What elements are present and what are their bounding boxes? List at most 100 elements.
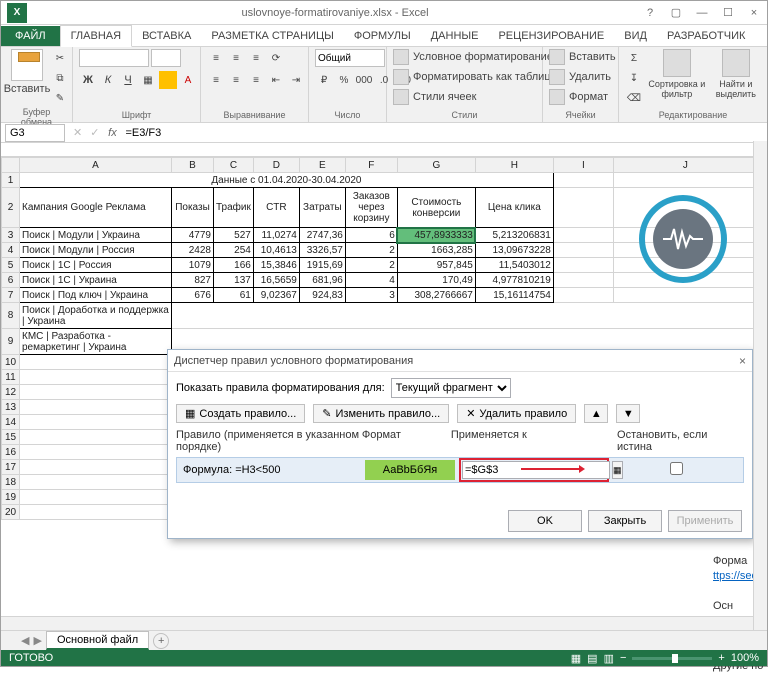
font-name-select[interactable] [79,49,149,67]
currency-icon[interactable]: ₽ [315,71,333,89]
fill-color-button[interactable] [159,71,177,89]
tab-review[interactable]: РЕЦЕНЗИРОВАНИЕ [488,26,614,46]
row-header[interactable]: 2 [2,188,20,228]
close-button[interactable]: Закрыть [588,510,662,532]
row-header[interactable]: 20 [2,505,20,520]
tab-file[interactable]: ФАЙЛ [1,26,60,46]
col-header-b[interactable]: B [172,158,214,173]
close-icon[interactable]: × [741,3,767,23]
accept-formula-icon[interactable]: ✓ [86,126,103,139]
cell[interactable]: 254 [214,243,254,258]
view-page-icon[interactable]: ▤ [587,652,597,665]
autosum-icon[interactable]: Σ [625,49,643,67]
formula-input[interactable] [121,124,767,142]
col-header-i[interactable]: I [553,158,613,173]
cell[interactable]: 308,2766667 [397,288,475,303]
col-header-f[interactable]: F [345,158,397,173]
cell[interactable]: Заказов через корзину [345,188,397,228]
edit-rule-button[interactable]: ✎Изменить правило... [313,404,449,423]
cell[interactable]: Данные с 01.04.2020-30.04.2020 [20,173,554,188]
cell[interactable]: CTR [253,188,299,228]
cancel-formula-icon[interactable]: ✕ [69,126,86,139]
row-header[interactable]: 11 [2,370,20,385]
tab-view[interactable]: ВИД [614,26,657,46]
comma-icon[interactable]: 000 [355,71,373,89]
cell[interactable]: 15,16114754 [475,288,553,303]
row-header[interactable]: 14 [2,415,20,430]
cell-styles-button[interactable]: Стили ячеек [393,89,476,105]
col-header-d[interactable]: D [253,158,299,173]
row-header[interactable]: 16 [2,445,20,460]
cell[interactable]: 1663,285 [397,243,475,258]
cell[interactable]: 2 [345,243,397,258]
cell[interactable]: 957,845 [397,258,475,273]
zoom-level[interactable]: 100% [731,652,759,664]
minimize-icon[interactable]: — [689,3,715,23]
cell[interactable]: 16,5659 [253,273,299,288]
fx-icon[interactable]: fx [103,127,121,139]
applies-to-input[interactable] [462,461,610,479]
tab-insert[interactable]: ВСТАВКА [132,26,201,46]
row-header[interactable]: 5 [2,258,20,273]
cond-format-button[interactable]: Условное форматирование [393,49,553,65]
col-header-g[interactable]: G [397,158,475,173]
cell[interactable]: 137 [214,273,254,288]
cell[interactable]: Показы [172,188,214,228]
cell[interactable]: 1915,69 [299,258,345,273]
cell[interactable]: Поиск | Модули | Украина [20,228,172,243]
col-header-e[interactable]: E [299,158,345,173]
delete-cells-button[interactable]: Удалить [549,69,611,85]
tab-formulas[interactable]: ФОРМУЛЫ [344,26,421,46]
copy-icon[interactable]: ⧉ [51,69,69,87]
zoom-in-button[interactable]: + [718,652,724,664]
percent-icon[interactable]: % [335,71,353,89]
row-header[interactable]: 9 [2,329,20,355]
cell[interactable]: 1079 [172,258,214,273]
dialog-close-icon[interactable]: × [739,354,746,368]
select-all-cell[interactable] [2,158,20,173]
row-header[interactable]: 18 [2,475,20,490]
align-right-icon[interactable]: ≡ [247,71,265,89]
cell[interactable]: 10,4613 [253,243,299,258]
align-left-icon[interactable]: ≡ [207,71,225,89]
orientation-icon[interactable]: ⟳ [267,49,285,67]
cell[interactable]: 5,213206831 [475,228,553,243]
cell[interactable]: 9,02367 [253,288,299,303]
cell[interactable]: Трафик [214,188,254,228]
zoom-slider[interactable] [632,657,712,660]
row-header[interactable]: 1 [2,173,20,188]
row-header[interactable]: 15 [2,430,20,445]
cell[interactable]: 13,09673228 [475,243,553,258]
font-color-button[interactable]: А [179,71,197,89]
format-cells-button[interactable]: Формат [549,89,608,105]
zoom-out-button[interactable]: − [620,652,626,664]
row-header[interactable]: 19 [2,490,20,505]
cell[interactable]: 6 [345,228,397,243]
help-icon[interactable]: ? [637,3,663,23]
cell[interactable]: 3326,57 [299,243,345,258]
stop-if-true-checkbox[interactable] [670,462,683,475]
cell[interactable]: Затраты [299,188,345,228]
tab-page-layout[interactable]: РАЗМЕТКА СТРАНИЦЫ [201,26,343,46]
cell[interactable]: 11,0274 [253,228,299,243]
cell[interactable]: Цена клика [475,188,553,228]
move-down-button[interactable]: ▼ [616,404,640,423]
col-header-c[interactable]: C [214,158,254,173]
horizontal-scrollbar[interactable] [1,616,753,630]
indent-inc-icon[interactable]: ⇥ [287,71,305,89]
clear-icon[interactable]: ⌫ [625,89,643,107]
align-top-icon[interactable]: ≡ [207,49,225,67]
row-header[interactable]: 8 [2,303,20,329]
cell[interactable]: 4779 [172,228,214,243]
underline-button[interactable]: Ч [119,71,137,89]
cell[interactable]: 2428 [172,243,214,258]
cell[interactable]: Поиск | Доработка и поддержка | Украина [20,303,172,329]
cell[interactable]: 170,49 [397,273,475,288]
sheet-tab[interactable]: Основной файл [46,631,149,650]
cell[interactable]: 4 [345,273,397,288]
row-header[interactable]: 3 [2,228,20,243]
tab-data[interactable]: ДАННЫЕ [421,26,489,46]
cell[interactable]: 11,5403012 [475,258,553,273]
cell[interactable]: 527 [214,228,254,243]
sheet-nav-next-icon[interactable]: ▶ [33,634,41,647]
